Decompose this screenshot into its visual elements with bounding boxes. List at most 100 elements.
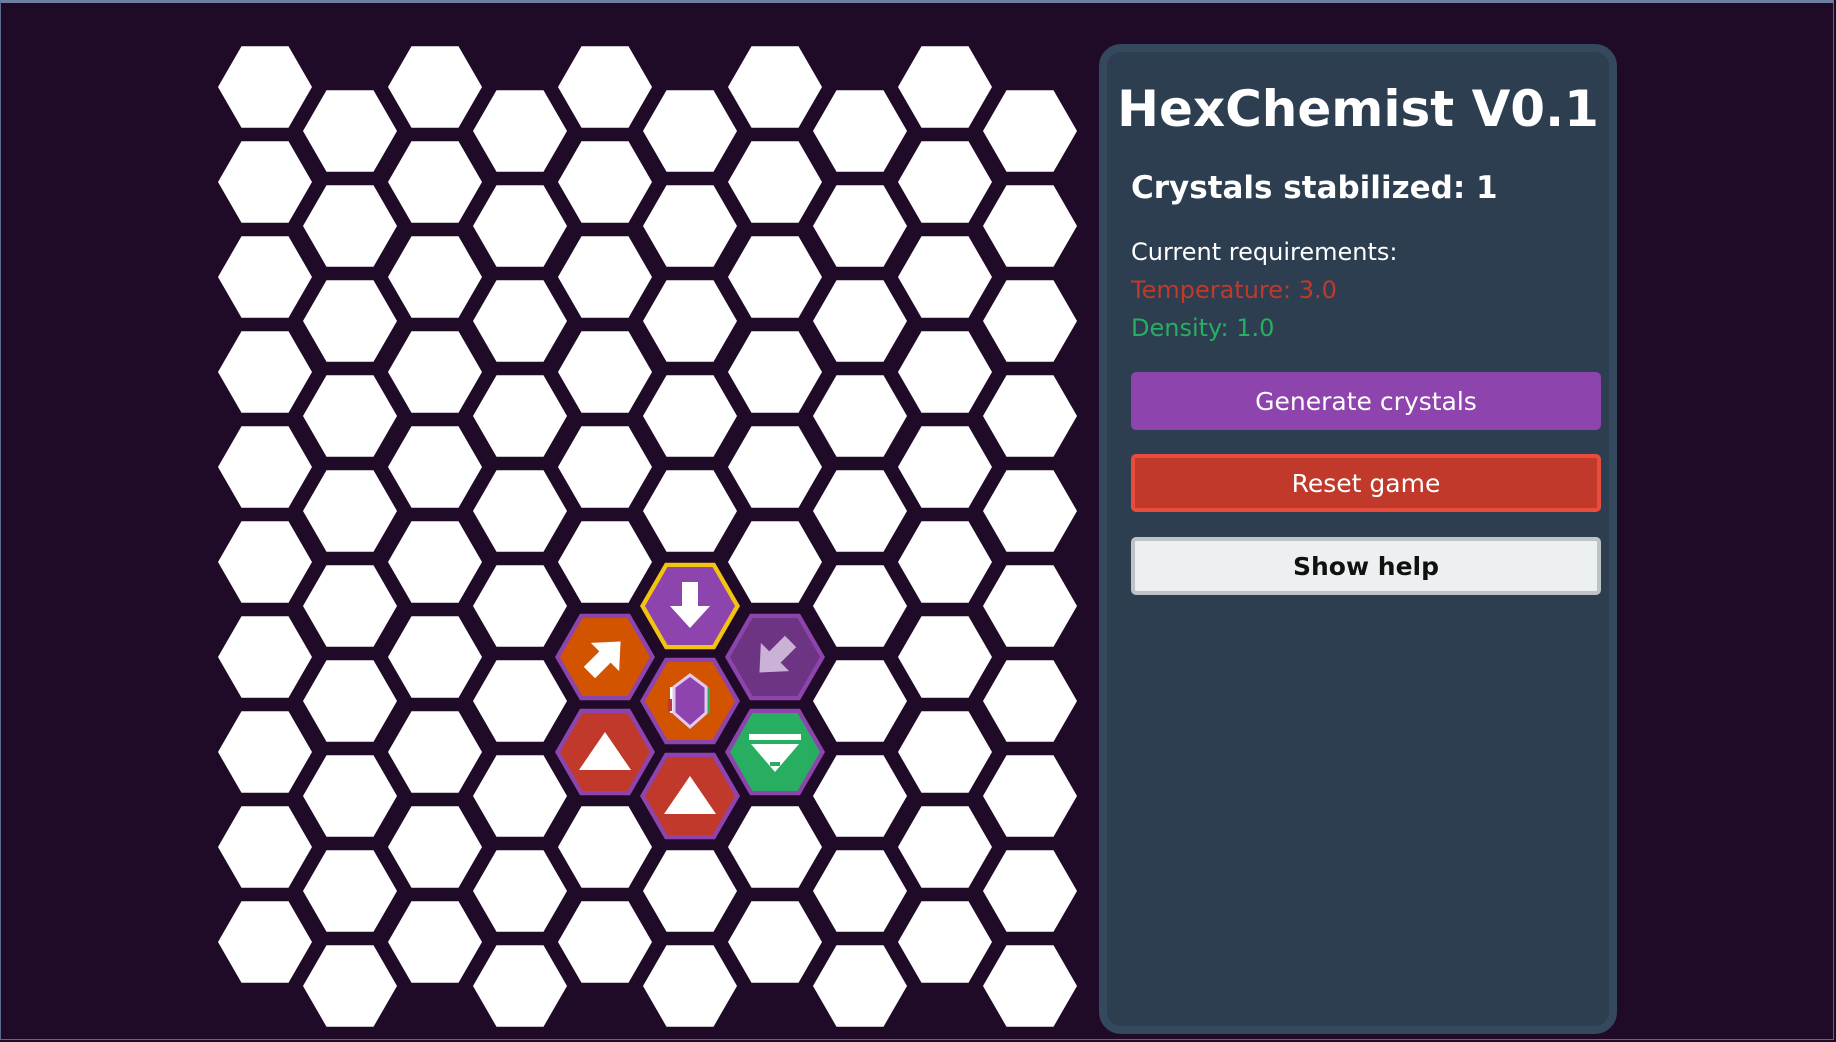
empty-hex-cell[interactable] [813, 850, 907, 932]
empty-hex-cell[interactable] [473, 565, 567, 647]
empty-hex-cell[interactable] [473, 470, 567, 552]
empty-hex-cell[interactable] [898, 141, 992, 223]
empty-hex-cell[interactable] [643, 280, 737, 362]
reset-game-button[interactable]: Reset game [1131, 454, 1601, 512]
empty-hex-cell[interactable] [898, 46, 992, 128]
empty-hex-cell[interactable] [813, 185, 907, 267]
empty-hex-cell[interactable] [473, 850, 567, 932]
empty-hex-cell[interactable] [388, 616, 482, 698]
empty-hex-cell[interactable] [643, 850, 737, 932]
piece-triangle-up[interactable] [555, 708, 655, 796]
empty-hex-cell[interactable] [473, 375, 567, 457]
empty-hex-cell[interactable] [218, 426, 312, 508]
empty-hex-cell[interactable] [388, 141, 482, 223]
piece-arrow-up-right[interactable] [555, 613, 655, 701]
empty-hex-cell[interactable] [813, 945, 907, 1027]
empty-hex-cell[interactable] [388, 236, 482, 318]
empty-hex-cell[interactable] [303, 565, 397, 647]
empty-hex-cell[interactable] [643, 375, 737, 457]
empty-hex-cell[interactable] [643, 90, 737, 172]
empty-hex-cell[interactable] [473, 185, 567, 267]
empty-hex-cell[interactable] [218, 901, 312, 983]
empty-hex-cell[interactable] [218, 616, 312, 698]
generate-crystals-button[interactable]: Generate crystals [1131, 372, 1601, 430]
empty-hex-cell[interactable] [558, 426, 652, 508]
piece-arrow-down[interactable] [640, 562, 740, 650]
empty-hex-cell[interactable] [983, 565, 1077, 647]
empty-hex-cell[interactable] [388, 901, 482, 983]
empty-hex-cell[interactable] [983, 280, 1077, 362]
empty-hex-cell[interactable] [303, 470, 397, 552]
show-help-button[interactable]: Show help [1131, 537, 1601, 595]
empty-hex-cell[interactable] [218, 46, 312, 128]
empty-hex-cell[interactable] [898, 901, 992, 983]
empty-hex-cell[interactable] [813, 280, 907, 362]
empty-hex-cell[interactable] [218, 521, 312, 603]
empty-hex-cell[interactable] [473, 90, 567, 172]
empty-hex-cell[interactable] [388, 521, 482, 603]
empty-hex-cell[interactable] [218, 806, 312, 888]
piece-arrow-down-left[interactable] [725, 613, 825, 701]
empty-hex-cell[interactable] [813, 375, 907, 457]
empty-hex-cell[interactable] [388, 426, 482, 508]
empty-hex-cell[interactable] [813, 660, 907, 742]
empty-hex-cell[interactable] [983, 90, 1077, 172]
empty-hex-cell[interactable] [983, 850, 1077, 932]
empty-hex-cell[interactable] [983, 375, 1077, 457]
empty-hex-cell[interactable] [983, 660, 1077, 742]
piece-crystal[interactable] [640, 657, 740, 745]
empty-hex-cell[interactable] [218, 331, 312, 413]
empty-hex-cell[interactable] [303, 850, 397, 932]
empty-hex-cell[interactable] [898, 521, 992, 603]
empty-hex-cell[interactable] [303, 755, 397, 837]
hex-grid[interactable] [0, 0, 1100, 1042]
empty-hex-cell[interactable] [813, 755, 907, 837]
empty-hex-cell[interactable] [303, 90, 397, 172]
empty-hex-cell[interactable] [558, 806, 652, 888]
empty-hex-cell[interactable] [728, 521, 822, 603]
empty-hex-cell[interactable] [303, 375, 397, 457]
empty-hex-cell[interactable] [303, 945, 397, 1027]
empty-hex-cell[interactable] [388, 806, 482, 888]
empty-hex-cell[interactable] [303, 280, 397, 362]
empty-hex-cell[interactable] [558, 521, 652, 603]
empty-hex-cell[interactable] [473, 660, 567, 742]
empty-hex-cell[interactable] [728, 236, 822, 318]
empty-hex-cell[interactable] [558, 236, 652, 318]
empty-hex-cell[interactable] [643, 945, 737, 1027]
empty-hex-cell[interactable] [898, 426, 992, 508]
empty-hex-cell[interactable] [898, 711, 992, 793]
empty-hex-cell[interactable] [558, 901, 652, 983]
empty-hex-cell[interactable] [813, 565, 907, 647]
empty-hex-cell[interactable] [473, 755, 567, 837]
empty-hex-cell[interactable] [898, 616, 992, 698]
empty-hex-cell[interactable] [728, 331, 822, 413]
empty-hex-cell[interactable] [643, 470, 737, 552]
empty-hex-cell[interactable] [983, 945, 1077, 1027]
empty-hex-cell[interactable] [728, 901, 822, 983]
empty-hex-cell[interactable] [218, 236, 312, 318]
empty-hex-cell[interactable] [388, 46, 482, 128]
empty-hex-cell[interactable] [558, 141, 652, 223]
empty-hex-cell[interactable] [303, 660, 397, 742]
empty-hex-cell[interactable] [728, 806, 822, 888]
empty-hex-cell[interactable] [983, 470, 1077, 552]
empty-hex-cell[interactable] [388, 331, 482, 413]
empty-hex-cell[interactable] [473, 945, 567, 1027]
empty-hex-cell[interactable] [983, 755, 1077, 837]
hex-board[interactable] [0, 0, 1100, 1042]
empty-hex-cell[interactable] [813, 90, 907, 172]
empty-hex-cell[interactable] [813, 470, 907, 552]
empty-hex-cell[interactable] [728, 46, 822, 128]
empty-hex-cell[interactable] [898, 806, 992, 888]
empty-hex-cell[interactable] [218, 711, 312, 793]
empty-hex-cell[interactable] [558, 331, 652, 413]
empty-hex-cell[interactable] [728, 426, 822, 508]
empty-hex-cell[interactable] [728, 141, 822, 223]
empty-hex-cell[interactable] [983, 185, 1077, 267]
empty-hex-cell[interactable] [898, 331, 992, 413]
piece-triangle-up[interactable] [640, 752, 740, 840]
empty-hex-cell[interactable] [898, 236, 992, 318]
empty-hex-cell[interactable] [473, 280, 567, 362]
empty-hex-cell[interactable] [388, 711, 482, 793]
